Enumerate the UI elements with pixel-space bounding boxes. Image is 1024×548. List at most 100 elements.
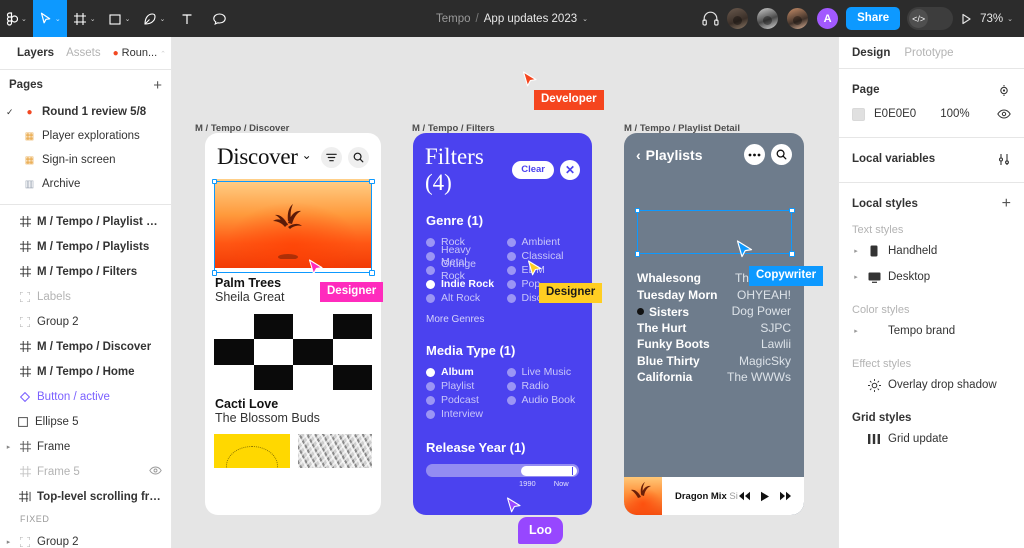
frame-discover[interactable]: Discover ⌄ Palm Trees Sheila Great Cacti… <box>205 133 381 515</box>
avatar[interactable] <box>756 7 780 30</box>
style-item-tempo-brand[interactable]: ▸ Tempo brand <box>852 318 1011 344</box>
page-color-opacity[interactable]: 100% <box>940 108 969 120</box>
layer-row[interactable]: M / Tempo / Discover <box>0 334 171 359</box>
album-art-cacti-love[interactable] <box>214 314 372 390</box>
expand-arrow[interactable]: ▸ <box>852 327 860 335</box>
main-menu-button[interactable]: ⌄ <box>0 0 33 37</box>
option-live-music[interactable]: Live Music <box>506 365 580 379</box>
option-alt-rock[interactable]: Alt Rock <box>426 291 499 305</box>
layer-row[interactable]: M / Tempo / Playlists <box>0 234 171 259</box>
release-year-slider[interactable] <box>426 464 579 477</box>
style-item-grid-update[interactable]: Grid update <box>852 426 1011 452</box>
option-podcast[interactable]: Podcast <box>426 393 499 407</box>
chevron-down-icon[interactable]: ⌄ <box>582 16 588 23</box>
avatar[interactable] <box>726 7 750 30</box>
shape-tool-button[interactable]: ⌄ <box>102 0 137 37</box>
expand-arrow[interactable]: ▸ <box>4 538 13 546</box>
album-art-palm-trees[interactable] <box>214 179 372 268</box>
layer-row[interactable]: M / Tempo / Playlist Detail <box>0 209 171 234</box>
expand-arrow[interactable]: ▸ <box>852 247 860 255</box>
album-art-yellow[interactable] <box>214 434 290 468</box>
pen-tool-button[interactable]: ⌄ <box>137 0 172 37</box>
option-album[interactable]: Album <box>426 365 499 379</box>
track-row[interactable]: Funky Boots Lawlii <box>624 337 804 354</box>
expand-arrow[interactable]: ▸ <box>4 443 13 451</box>
tab-assets[interactable]: Assets <box>66 47 101 59</box>
tab-prototype[interactable]: Prototype <box>904 47 953 59</box>
layer-row[interactable]: Ellipse 5 <box>0 409 171 434</box>
clear-filters-button[interactable]: Clear <box>512 161 554 179</box>
option-ambient[interactable]: Ambient <box>506 235 580 249</box>
player-thumbnail[interactable] <box>624 477 662 515</box>
eye-icon[interactable] <box>149 466 162 478</box>
layer-row[interactable]: M / Tempo / Home <box>0 359 171 384</box>
layer-row[interactable]: ▸ Frame <box>0 434 171 459</box>
option-audio-book[interactable]: Audio Book <box>506 393 580 407</box>
back-button[interactable]: ‹ Playlists <box>636 147 703 163</box>
album-art-grayscale[interactable] <box>298 434 372 468</box>
text-tool-button[interactable] <box>171 0 203 37</box>
option-radio[interactable]: Radio <box>506 379 580 393</box>
chevron-down-icon[interactable]: ⌄ <box>302 148 312 162</box>
filter-button[interactable] <box>321 146 342 168</box>
style-item-handheld[interactable]: ▸ Handheld <box>852 238 1011 264</box>
page-item-sign-in-screen[interactable]: ▦ Sign-in screen <box>0 148 171 172</box>
tab-design[interactable]: Design <box>852 47 890 59</box>
eye-icon[interactable] <box>997 109 1011 119</box>
track-row[interactable]: Tuesday Morn OHYEAH! <box>624 288 804 305</box>
expand-arrow[interactable]: ▸ <box>852 273 860 281</box>
next-icon[interactable] <box>779 491 792 501</box>
share-button[interactable]: Share <box>846 7 901 30</box>
frame-playlist-detail[interactable]: ‹ Playlists Whalesong The Tuesday Morn O… <box>624 133 804 515</box>
breadcrumb-project[interactable]: Tempo <box>436 13 471 25</box>
more-button[interactable] <box>744 144 765 165</box>
search-button[interactable] <box>348 146 369 168</box>
style-item-desktop[interactable]: ▸ Desktop <box>852 264 1011 290</box>
frame-tool-button[interactable]: ⌄ <box>67 0 102 37</box>
close-button[interactable]: ✕ <box>560 160 580 180</box>
zoom-control[interactable]: 73% ⌄ <box>980 13 1013 25</box>
track-row[interactable]: Blue Thirty MagicSky <box>624 354 804 371</box>
prev-icon[interactable] <box>738 491 751 501</box>
layer-row[interactable]: Top-level scrolling frame <box>0 484 171 509</box>
page-settings-icon[interactable] <box>997 84 1011 97</box>
tab-layers[interactable]: Layers <box>17 47 54 59</box>
option-grunge-rock[interactable]: Grunge Rock <box>426 258 499 282</box>
option-interview[interactable]: Interview <box>426 407 499 421</box>
mini-player[interactable]: Dragon Mix Sist <box>624 477 804 515</box>
page-item-player-explorations[interactable]: ▦ Player explorations <box>0 124 171 148</box>
variables-icon[interactable] <box>997 153 1011 166</box>
add-style-button[interactable]: + <box>1002 196 1011 212</box>
page-color-hex[interactable]: E0E0E0 <box>874 108 916 120</box>
page-color-row[interactable]: E0E0E0 100% <box>852 102 1011 126</box>
avatar[interactable] <box>786 7 810 30</box>
style-item-overlay-drop-shadow[interactable]: Overlay drop shadow <box>852 372 1011 398</box>
present-play-icon[interactable] <box>960 12 973 26</box>
layer-row[interactable]: Group 2 <box>0 309 171 334</box>
page-selector[interactable]: ● Roun... ⌃ <box>113 47 166 59</box>
layer-row[interactable]: Labels <box>0 284 171 309</box>
layer-row[interactable]: ▸ Group 2 <box>0 529 171 548</box>
layer-row-component[interactable]: Button / active <box>0 384 171 409</box>
color-swatch[interactable] <box>852 107 865 121</box>
option-playlist[interactable]: Playlist <box>426 379 499 393</box>
option-indie-rock[interactable]: Indie Rock <box>426 277 499 291</box>
design-canvas[interactable]: M / Tempo / Discover Discover ⌄ Palm Tre… <box>172 37 838 548</box>
page-item-archive[interactable]: ▥ Archive <box>0 172 171 196</box>
move-tool-button[interactable]: ⌄ <box>32 0 67 37</box>
search-button[interactable] <box>771 144 792 165</box>
comment-tool-button[interactable] <box>203 0 235 37</box>
playlist-cover-area[interactable] <box>624 169 804 271</box>
play-icon[interactable] <box>760 491 770 502</box>
more-genres-link[interactable]: More Genres <box>426 314 579 325</box>
page-item-round-1-review[interactable]: ✓ ● Round 1 review 5/8 <box>0 100 171 124</box>
avatar-current-user[interactable]: A <box>816 7 840 30</box>
layer-row[interactable]: M / Tempo / Filters <box>0 259 171 284</box>
local-variables-section[interactable]: Local variables <box>839 138 1024 183</box>
slider-thumb-range[interactable] <box>521 465 577 476</box>
dev-mode-toggle[interactable]: </> <box>907 7 954 30</box>
add-page-button[interactable]: + <box>153 78 162 93</box>
breadcrumb[interactable]: Tempo / App updates 2023 ⌄ <box>436 13 588 25</box>
track-row-playing[interactable]: Sisters Dog Power <box>624 304 804 321</box>
headphones-icon[interactable] <box>702 11 719 26</box>
